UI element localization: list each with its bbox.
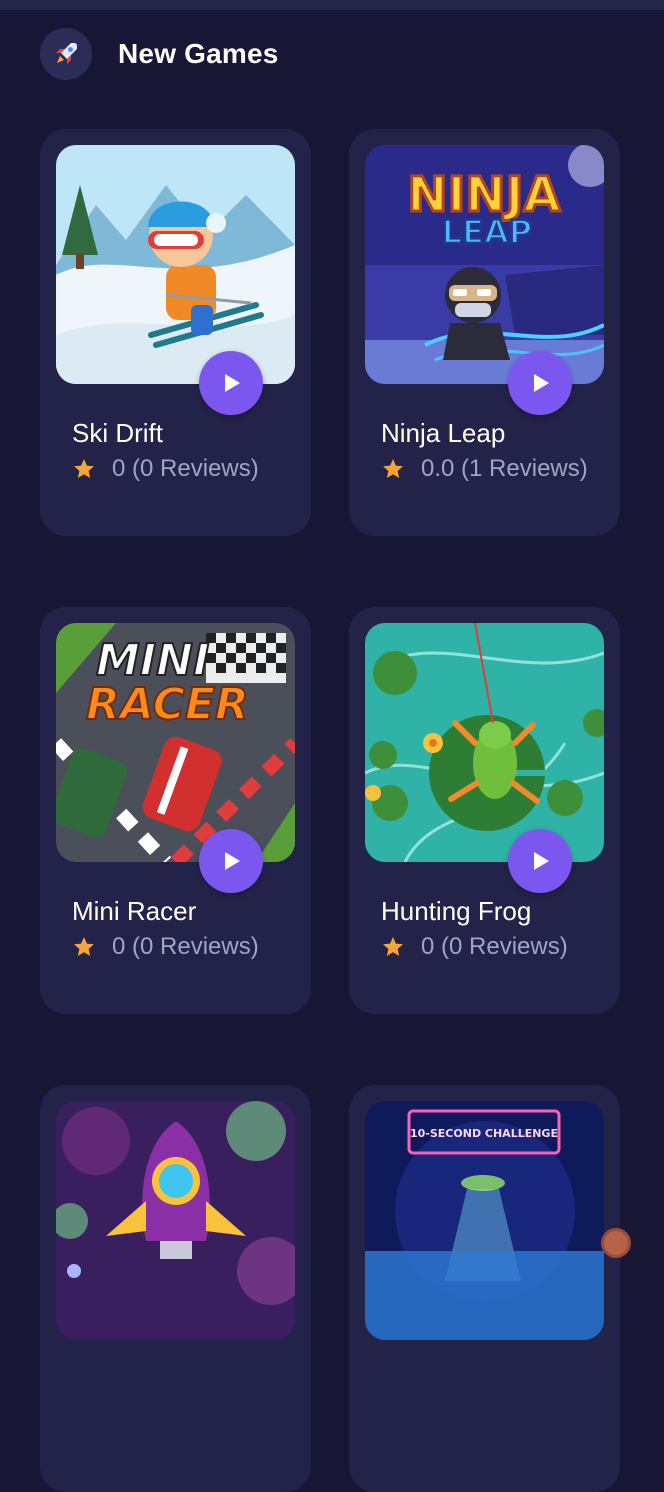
play-icon (534, 374, 549, 392)
rating-value: 0 (112, 933, 126, 960)
game-thumbnail[interactable] (365, 623, 604, 862)
rating-row: 0 (0 Reviews) (72, 933, 259, 961)
play-button[interactable] (508, 351, 572, 415)
section-title: New Games (118, 38, 279, 69)
game-thumbnail[interactable] (56, 1101, 295, 1340)
top-bar (0, 0, 664, 10)
review-count: (0 Reviews) (132, 455, 259, 482)
game-card-asteroid[interactable] (40, 1085, 311, 1492)
play-icon (225, 374, 240, 392)
game-title[interactable]: Mini Racer (72, 896, 196, 927)
section-header: New Games (40, 28, 279, 80)
game-thumbnail[interactable]: 10-SECOND CHALLENGE (365, 1101, 604, 1340)
racer-logo-line2: RACER (86, 679, 249, 730)
review-count: (1 Reviews) (461, 455, 588, 482)
star-icon (74, 459, 94, 478)
game-thumbnail[interactable]: NINJA LEAP (365, 145, 604, 384)
rating-row: 0 (0 Reviews) (72, 455, 259, 483)
game-card-ski-drift[interactable]: Ski Drift 0 (0 Reviews) (40, 129, 311, 536)
star-icon (383, 459, 403, 478)
play-button[interactable] (508, 829, 572, 893)
play-icon (225, 852, 240, 870)
ninja-logo-line2: LEAP (442, 213, 532, 251)
challenge-banner: 10-SECOND CHALLENGE (410, 1127, 558, 1140)
play-icon (534, 852, 549, 870)
game-title[interactable]: Ski Drift (72, 418, 163, 449)
game-title[interactable]: Hunting Frog (381, 896, 531, 927)
star-icon (74, 937, 94, 956)
review-count: (0 Reviews) (132, 933, 259, 960)
rating-value: 0.0 (421, 455, 455, 482)
game-card-ninja-leap[interactable]: NINJA LEAP Ninja Leap 0.0 (1 Reviews) (349, 129, 620, 536)
game-title[interactable]: Ninja Leap (381, 418, 505, 449)
game-card-10-second-challenge[interactable]: 10-SECOND CHALLENGE (349, 1085, 620, 1492)
review-count: (0 Reviews) (441, 933, 568, 960)
game-thumbnail[interactable]: MINI RACER (56, 623, 295, 862)
floating-action-dot[interactable] (601, 1228, 631, 1258)
star-icon (383, 937, 403, 956)
rating-row: 0 (0 Reviews) (381, 933, 568, 961)
game-card-hunting-frog[interactable]: Hunting Frog 0 (0 Reviews) (349, 607, 620, 1014)
rating-value: 0 (421, 933, 435, 960)
play-button[interactable] (199, 829, 263, 893)
play-button[interactable] (199, 351, 263, 415)
game-card-mini-racer[interactable]: MINI RACER Mini Racer 0 (0 Reviews) (40, 607, 311, 1014)
rating-row: 0.0 (1 Reviews) (381, 455, 588, 483)
game-thumbnail[interactable] (56, 145, 295, 384)
rating-value: 0 (112, 455, 126, 482)
rocket-icon (40, 28, 92, 80)
